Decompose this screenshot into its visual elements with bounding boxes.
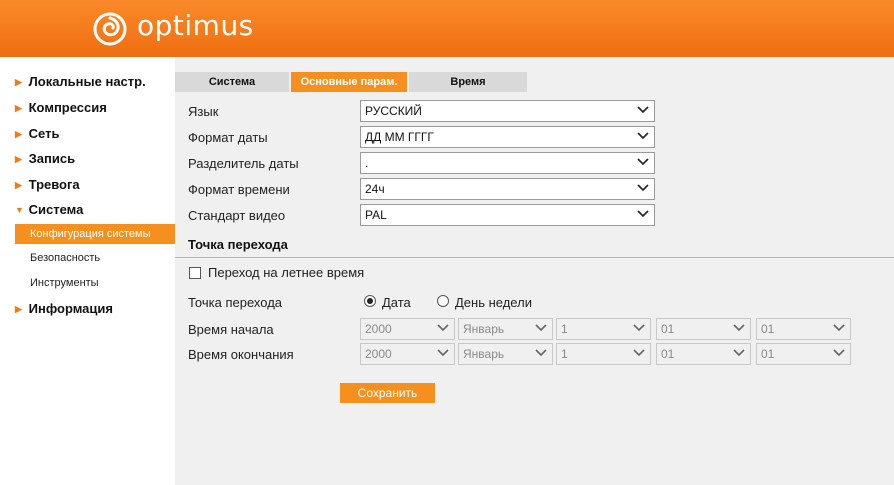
chevron-down-icon — [833, 349, 845, 357]
end-hour-select[interactable]: 01 — [656, 343, 751, 365]
dst-checkbox[interactable] — [189, 267, 201, 279]
time-format-label: Формат времени — [188, 182, 290, 197]
date-format-label: Формат даты — [188, 130, 268, 145]
date-separator-value: . — [365, 156, 369, 170]
date-separator-label: Разделитель даты — [188, 156, 299, 171]
triangle-right-icon: ▶ — [15, 154, 22, 164]
radio-weekday-label: День недели — [455, 295, 532, 310]
sidebar-item-system[interactable]: ▼ Система — [15, 202, 83, 222]
transition-point-label: Точка перехода — [188, 295, 283, 310]
start-minute-value: 01 — [761, 322, 775, 336]
sidebar-item-record[interactable]: ▶ Запись — [15, 151, 75, 171]
end-month-select[interactable]: Январь — [458, 343, 553, 365]
sidebar-item-label: Запись — [28, 151, 76, 166]
sidebar-subitem-security[interactable]: Безопасность — [15, 248, 175, 268]
chevron-down-icon — [535, 324, 547, 332]
date-format-select[interactable]: ДД ММ ГГГГ — [360, 126, 655, 148]
save-button[interactable]: Сохранить — [340, 383, 435, 403]
radio-date-label: Дата — [382, 295, 411, 310]
tab-basic-params[interactable]: Основные парам. — [291, 72, 407, 92]
chevron-down-icon — [833, 324, 845, 332]
chevron-down-icon — [535, 349, 547, 357]
end-year-value: 2000 — [365, 347, 392, 361]
sidebar-item-label: Компрессия — [28, 100, 107, 115]
tab-time[interactable]: Время — [409, 72, 527, 92]
language-label: Язык — [188, 104, 219, 119]
sidebar-item-local-settings[interactable]: ▶ Локальные настр. — [15, 74, 146, 94]
sidebar-item-label: Информация — [28, 301, 113, 316]
end-hour-value: 01 — [661, 347, 675, 361]
sidebar-item-alarm[interactable]: ▶ Тревога — [15, 177, 80, 197]
sidebar-item-label: Локальные настр. — [28, 74, 146, 89]
end-day-select[interactable]: 1 — [556, 343, 651, 365]
date-format-value: ДД ММ ГГГГ — [365, 130, 434, 144]
triangle-right-icon: ▶ — [15, 304, 22, 314]
end-minute-value: 01 — [761, 347, 775, 361]
chevron-down-icon — [637, 106, 649, 114]
sidebar-subitem-tools[interactable]: Инструменты — [15, 273, 175, 293]
start-day-value: 1 — [561, 322, 568, 336]
language-select[interactable]: РУССКИЙ — [360, 100, 655, 122]
time-format-select[interactable]: 24ч — [360, 178, 655, 200]
chevron-down-icon — [637, 132, 649, 140]
section-divider — [175, 257, 894, 258]
start-hour-value: 01 — [661, 322, 675, 336]
dst-checkbox-label: Переход на летнее время — [208, 265, 365, 280]
end-month-value: Январь — [463, 347, 505, 361]
chevron-down-icon — [733, 349, 745, 357]
end-minute-select[interactable]: 01 — [756, 343, 851, 365]
radio-date[interactable] — [364, 295, 376, 307]
sidebar-item-label: Сеть — [28, 126, 60, 141]
sidebar-item-info[interactable]: ▶ Информация — [15, 301, 113, 321]
section-title-transition: Точка перехода — [188, 237, 288, 252]
chevron-down-icon — [633, 349, 645, 357]
end-time-label: Время окончания — [188, 347, 294, 362]
date-separator-select[interactable]: . — [360, 152, 655, 174]
video-standard-label: Стандарт видео — [188, 208, 286, 223]
brand-name: optimus — [137, 9, 254, 42]
sidebar-item-network[interactable]: ▶ Сеть — [15, 126, 59, 146]
language-value: РУССКИЙ — [365, 104, 422, 118]
start-time-label: Время начала — [188, 322, 274, 337]
start-month-select[interactable]: Январь — [458, 318, 553, 340]
chevron-down-icon — [437, 349, 449, 357]
triangle-down-icon: ▼ — [15, 205, 24, 215]
chevron-down-icon — [437, 324, 449, 332]
triangle-right-icon: ▶ — [15, 129, 22, 139]
end-year-select[interactable]: 2000 — [360, 343, 455, 365]
video-standard-select[interactable]: PAL — [360, 204, 655, 226]
sidebar-item-label: Тревога — [28, 177, 80, 192]
triangle-right-icon: ▶ — [15, 77, 22, 87]
sidebar-item-label: Система — [28, 202, 84, 217]
end-day-value: 1 — [561, 347, 568, 361]
start-month-value: Январь — [463, 322, 505, 336]
header-bar: optimus — [0, 0, 894, 57]
tab-system[interactable]: Система — [175, 72, 289, 92]
radio-weekday[interactable] — [437, 295, 449, 307]
content-panel: Система Основные парам. Время Язык РУССК… — [175, 57, 894, 485]
triangle-right-icon: ▶ — [15, 103, 22, 113]
triangle-right-icon: ▶ — [15, 180, 22, 190]
sidebar-subitem-system-config[interactable]: Конфигурация системы — [15, 224, 175, 244]
sidebar: ▶ Локальные настр. ▶ Компрессия ▶ Сеть ▶… — [0, 57, 175, 485]
start-year-value: 2000 — [365, 322, 392, 336]
optimus-logo-icon — [93, 12, 127, 46]
chevron-down-icon — [733, 324, 745, 332]
start-year-select[interactable]: 2000 — [360, 318, 455, 340]
video-standard-value: PAL — [365, 208, 387, 222]
start-hour-select[interactable]: 01 — [656, 318, 751, 340]
chevron-down-icon — [637, 210, 649, 218]
start-minute-select[interactable]: 01 — [756, 318, 851, 340]
chevron-down-icon — [637, 184, 649, 192]
chevron-down-icon — [633, 324, 645, 332]
sidebar-item-compression[interactable]: ▶ Компрессия — [15, 100, 107, 120]
chevron-down-icon — [637, 158, 649, 166]
start-day-select[interactable]: 1 — [556, 318, 651, 340]
time-format-value: 24ч — [365, 182, 385, 196]
